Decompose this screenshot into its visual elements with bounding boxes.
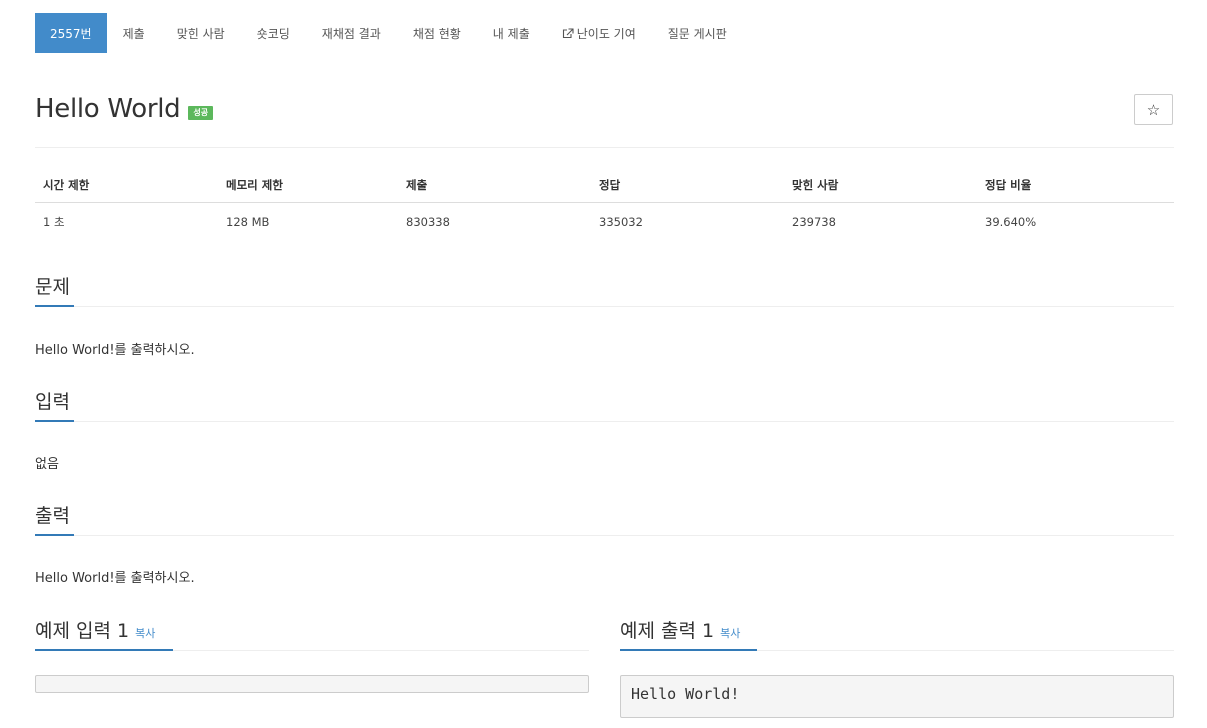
problem-menu: 2557번 제출 맞힌 사람 숏코딩 재채점 결과 채점 현황 내 제출 난이도… xyxy=(35,13,743,53)
section-input: 입력 xyxy=(35,381,1174,422)
output-description: Hello World!를 출력하시오. xyxy=(35,571,195,586)
section-heading: 예제 출력 1 xyxy=(620,620,715,642)
page-title: Hello World xyxy=(35,94,181,124)
memory-limit-value: 128 MB xyxy=(226,215,270,229)
tab-short-coding[interactable]: 숏코딩 xyxy=(241,13,306,53)
tab-problem-number[interactable]: 2557번 xyxy=(35,13,107,53)
star-icon: ☆ xyxy=(1146,100,1161,119)
problem-title-row: Hello World 성공 xyxy=(35,94,214,124)
copy-sample-input-link[interactable]: 복사 xyxy=(135,627,155,640)
tab-my-submissions[interactable]: 내 제출 xyxy=(477,13,546,53)
favorite-button[interactable]: ☆ xyxy=(1134,94,1173,125)
section-sample-input: 예제 입력 1 복사 xyxy=(35,610,589,651)
problem-page: 2557번 제출 맞힌 사람 숏코딩 재채점 결과 채점 현황 내 제출 난이도… xyxy=(0,0,1207,728)
problem-info-table: 시간 제한 메모리 제한 제출 정답 맞힌 사람 정답 비율 1 초 128 M… xyxy=(35,170,1174,238)
solved-users-value: 239738 xyxy=(792,215,836,229)
section-heading: 출력 xyxy=(35,505,70,527)
header-solved-users: 맞힌 사람 xyxy=(784,170,977,203)
tab-question-board[interactable]: 질문 게시판 xyxy=(652,13,743,53)
copy-sample-output-link[interactable]: 복사 xyxy=(720,627,740,640)
header-time-limit: 시간 제한 xyxy=(35,170,218,203)
table-row: 1 초 128 MB 830338 335032 239738 39.640% xyxy=(35,203,1174,239)
header-accepted: 정답 xyxy=(591,170,784,203)
status-badge: 성공 xyxy=(188,106,214,120)
section-sample-output: 예제 출력 1 복사 xyxy=(620,610,1174,651)
submissions-value: 830338 xyxy=(406,215,450,229)
accept-ratio-value: 39.640% xyxy=(985,215,1037,229)
header-submissions: 제출 xyxy=(398,170,591,203)
tab-difficulty-contribution[interactable]: 난이도 기여 xyxy=(546,13,652,53)
header-accept-ratio: 정답 비율 xyxy=(977,170,1174,203)
tab-rejudge-results[interactable]: 재채점 결과 xyxy=(306,13,397,53)
section-heading: 입력 xyxy=(35,391,70,413)
input-description: 없음 xyxy=(35,457,59,472)
section-problem: 문제 xyxy=(35,266,1174,307)
external-link-icon xyxy=(562,27,574,39)
table-header-row: 시간 제한 메모리 제한 제출 정답 맞힌 사람 정답 비율 xyxy=(35,170,1174,203)
accepted-value: 335032 xyxy=(599,215,643,229)
tab-judge-status[interactable]: 채점 현황 xyxy=(397,13,477,53)
header-memory-limit: 메모리 제한 xyxy=(218,170,398,203)
section-output: 출력 xyxy=(35,495,1174,536)
time-limit-value: 1 초 xyxy=(43,215,65,229)
section-heading: 문제 xyxy=(35,276,70,298)
title-divider xyxy=(35,147,1174,148)
problem-description: Hello World!를 출력하시오. xyxy=(35,343,195,358)
sample-input-box xyxy=(35,675,589,693)
tab-submit[interactable]: 제출 xyxy=(107,13,161,53)
section-heading: 예제 입력 1 xyxy=(35,620,130,642)
tab-solved-users[interactable]: 맞힌 사람 xyxy=(161,13,241,53)
sample-output-box: Hello World! xyxy=(620,675,1174,718)
